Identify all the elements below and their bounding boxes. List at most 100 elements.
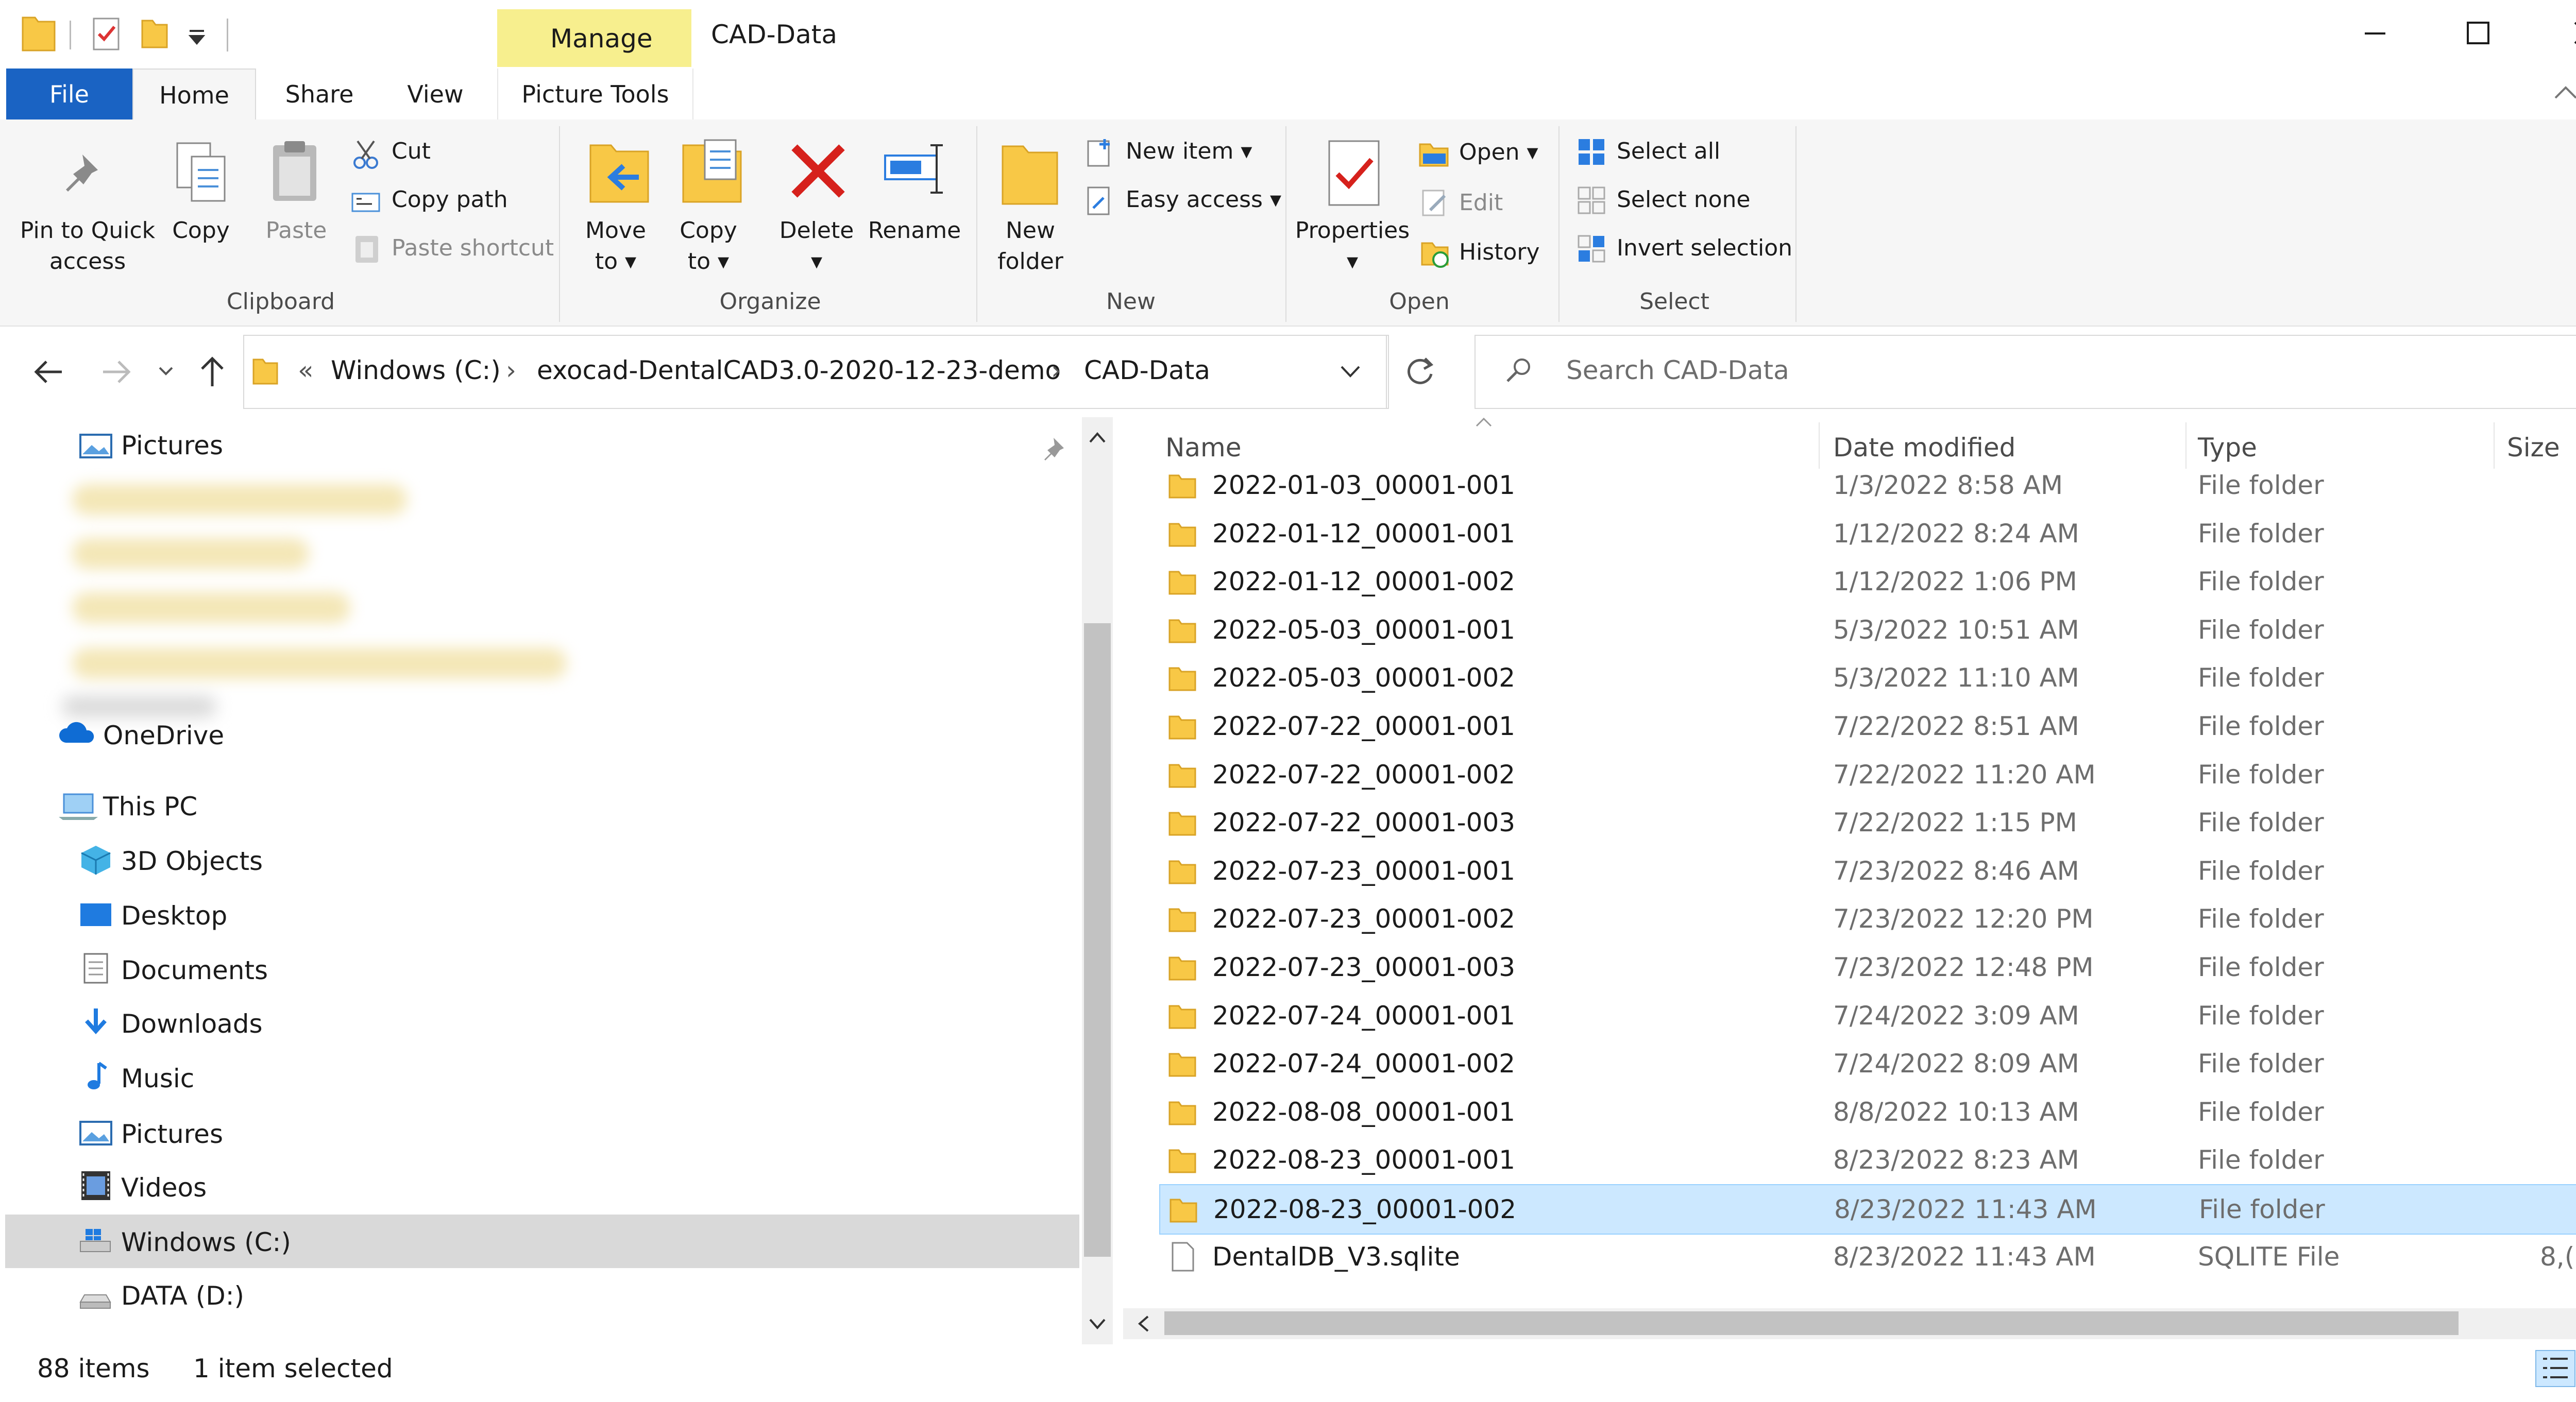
easy-access-button[interactable]: Easy access ▾	[1126, 186, 1281, 213]
select-all-button[interactable]: Select all	[1617, 138, 1720, 164]
customize-qat-icon[interactable]	[187, 26, 207, 46]
breadcrumb-exocad[interactable]: exocad-DentalCAD3.0-2020-12-23-demo	[537, 355, 1061, 385]
move-to-button[interactable]: Move to ▾	[577, 215, 654, 277]
file-row[interactable]: 2022-07-22_00001-003 7/22/2022 1:15 PM Fil…	[1159, 798, 2576, 847]
group-separator	[1285, 126, 1286, 322]
file-name: 2022-07-23_00001-003	[1212, 952, 1516, 982]
minimize-icon[interactable]	[2354, 15, 2396, 52]
paste-button[interactable]: Paste	[258, 215, 335, 246]
file-name: 2022-05-03_00001-001	[1212, 614, 1516, 645]
file-row[interactable]: 2022-07-24_00001-002 7/24/2022 8:09 AM Fil…	[1159, 1039, 2576, 1088]
copy-to-line1: Copy	[680, 217, 737, 244]
scroll-right-arrow-icon[interactable]	[2571, 1313, 2576, 1334]
file-row[interactable]: DentalDB_V3.sqlite 8/23/2022 11:43 AM SQLI…	[1159, 1233, 2576, 1281]
column-header-type[interactable]: Type	[2198, 433, 2257, 463]
tab-home[interactable]: Home	[132, 69, 256, 121]
refresh-icon[interactable]	[1402, 353, 1438, 389]
tab-file[interactable]: File	[6, 69, 132, 119]
file-row[interactable]: 2022-01-12_00001-001 1/12/2022 8:24 AM Fil…	[1159, 509, 2576, 558]
file-date: 8/23/2022 11:43 AM	[1834, 1194, 2097, 1224]
file-row[interactable]: 2022-08-08_00001-001 8/8/2022 10:13 AM Fil…	[1159, 1088, 2576, 1136]
file-date: 7/22/2022 8:51 AM	[1833, 711, 2079, 741]
move-to-icon	[589, 144, 649, 203]
manage-tab-label[interactable]: Manage	[550, 24, 653, 54]
back-arrow-icon[interactable]	[31, 355, 67, 388]
forward-arrow-icon[interactable]	[98, 355, 134, 388]
scissors-icon	[353, 140, 378, 169]
blurred-item	[72, 648, 567, 679]
file-row[interactable]: 2022-07-23_00001-002 7/23/2022 12:20 PM Fi…	[1159, 895, 2576, 943]
file-row[interactable]: 2022-08-23_00001-001 8/23/2022 8:23 AM Fil…	[1159, 1136, 2576, 1184]
breadcrumb-cad-data[interactable]: CAD-Data	[1084, 355, 1210, 385]
nav-3d-objects[interactable]: 3D Objects	[121, 835, 263, 887]
nav-desktop[interactable]: Desktop	[121, 890, 227, 942]
pinned-icon[interactable]	[1043, 434, 1072, 463]
properties-label: Properties	[1295, 217, 1410, 244]
close-icon[interactable]	[2565, 15, 2576, 52]
new-folder-qat-icon[interactable]	[140, 16, 169, 49]
open-button[interactable]: Open ▾	[1459, 139, 1538, 165]
file-row[interactable]: 2022-07-22_00001-002 7/22/2022 11:20 AM Fi…	[1159, 750, 2576, 799]
copy-button[interactable]: Copy	[165, 215, 237, 246]
folder-icon	[252, 358, 278, 385]
nav-onedrive[interactable]: OneDrive	[103, 710, 224, 761]
file-row[interactable]: 2022-05-03_00001-001 5/3/2022 10:51 AM Fil…	[1159, 606, 2576, 654]
rename-button[interactable]: Rename	[866, 215, 963, 246]
maximize-icon[interactable]	[2458, 15, 2499, 52]
tab-picture-tools[interactable]: Picture Tools	[497, 69, 693, 119]
paste-shortcut-button[interactable]: Paste shortcut	[392, 235, 554, 261]
up-arrow-icon[interactable]	[197, 353, 228, 389]
file-row[interactable]: 2022-07-23_00001-003 7/23/2022 12:48 PM Fi…	[1159, 943, 2576, 991]
edit-button[interactable]: Edit	[1459, 190, 1503, 216]
copy-path-button[interactable]: Copy path	[392, 186, 508, 213]
file-row[interactable]: 2022-05-03_00001-002 5/3/2022 11:10 AM Fil…	[1159, 654, 2576, 702]
delete-button[interactable]: Delete ▾	[773, 215, 860, 277]
column-header-name[interactable]: Name	[1165, 433, 1242, 463]
scroll-down-arrow-icon[interactable]	[1087, 1313, 1108, 1334]
nav-music[interactable]: Music	[121, 1053, 194, 1104]
recent-locations-chevron-icon[interactable]	[156, 361, 176, 381]
nav-windows-c[interactable]: Windows (C:)	[121, 1217, 291, 1268]
scroll-up-arrow-icon[interactable]	[1087, 428, 1108, 448]
tab-share[interactable]: Share	[283, 69, 355, 119]
tab-view[interactable]: View	[402, 69, 469, 119]
list-horizontal-scrollbar-thumb[interactable]	[1164, 1311, 2459, 1335]
folder-icon	[1168, 571, 1196, 595]
properties-qat-icon[interactable]	[92, 15, 123, 53]
invert-selection-button[interactable]: Invert selection	[1617, 235, 1792, 261]
new-folder-button[interactable]: New folder	[989, 215, 1072, 277]
pin-to-quick-access-button[interactable]: Pin to Quick access	[15, 215, 160, 277]
nav-documents[interactable]: Documents	[121, 945, 268, 996]
organize-group-label: Organize	[719, 288, 821, 315]
properties-icon	[1328, 140, 1380, 206]
column-header-date-modified[interactable]: Date modified	[1833, 433, 2015, 463]
breadcrumb-windows-c[interactable]: Windows (C:)	[331, 355, 501, 385]
nav-data-d[interactable]: DATA (D:)	[121, 1270, 244, 1322]
copy-to-button[interactable]: Copy to ▾	[670, 215, 747, 277]
nav-downloads[interactable]: Downloads	[121, 998, 263, 1050]
search-input[interactable]: Search CAD-Data	[1566, 355, 1789, 385]
file-row[interactable]: 2022-08-23_00001-002 8/23/2022 11:43 AM Fi…	[1159, 1184, 2576, 1235]
history-button[interactable]: History	[1459, 239, 1540, 265]
cut-button[interactable]: Cut	[392, 138, 431, 164]
address-overflow[interactable]: «	[298, 355, 314, 385]
file-row[interactable]: 2022-07-24_00001-001 7/24/2022 3:09 AM Fil…	[1159, 991, 2576, 1040]
collapse-ribbon-icon[interactable]	[2550, 77, 2576, 108]
file-row[interactable]: 2022-07-22_00001-001 7/22/2022 8:51 AM Fil…	[1159, 702, 2576, 750]
file-row[interactable]: 2022-07-23_00001-001 7/23/2022 8:46 AM Fil…	[1159, 847, 2576, 895]
new-item-button[interactable]: New item ▾	[1126, 138, 1252, 164]
details-view-icon[interactable]	[2535, 1349, 2576, 1388]
nav-this-pc[interactable]: This PC	[103, 781, 197, 832]
file-row[interactable]: 2022-01-12_00001-002 1/12/2022 1:06 PM Fil…	[1159, 557, 2576, 606]
nav-pictures-quick[interactable]: Pictures	[121, 420, 223, 471]
column-header-size[interactable]: Size	[2507, 433, 2560, 463]
nav-scrollbar-thumb[interactable]	[1084, 623, 1111, 1257]
file-row[interactable]: 2022-01-03_00001-001 1/3/2022 8:58 AM File…	[1159, 461, 2576, 509]
scroll-left-arrow-icon[interactable]	[1133, 1313, 1154, 1334]
divider	[1386, 335, 1387, 408]
select-none-button[interactable]: Select none	[1617, 186, 1751, 213]
address-dropdown-chevron-icon[interactable]	[1337, 361, 1363, 383]
properties-button[interactable]: Properties ▾	[1293, 215, 1412, 277]
nav-pictures[interactable]: Pictures	[121, 1108, 223, 1160]
nav-videos[interactable]: Videos	[121, 1162, 207, 1213]
